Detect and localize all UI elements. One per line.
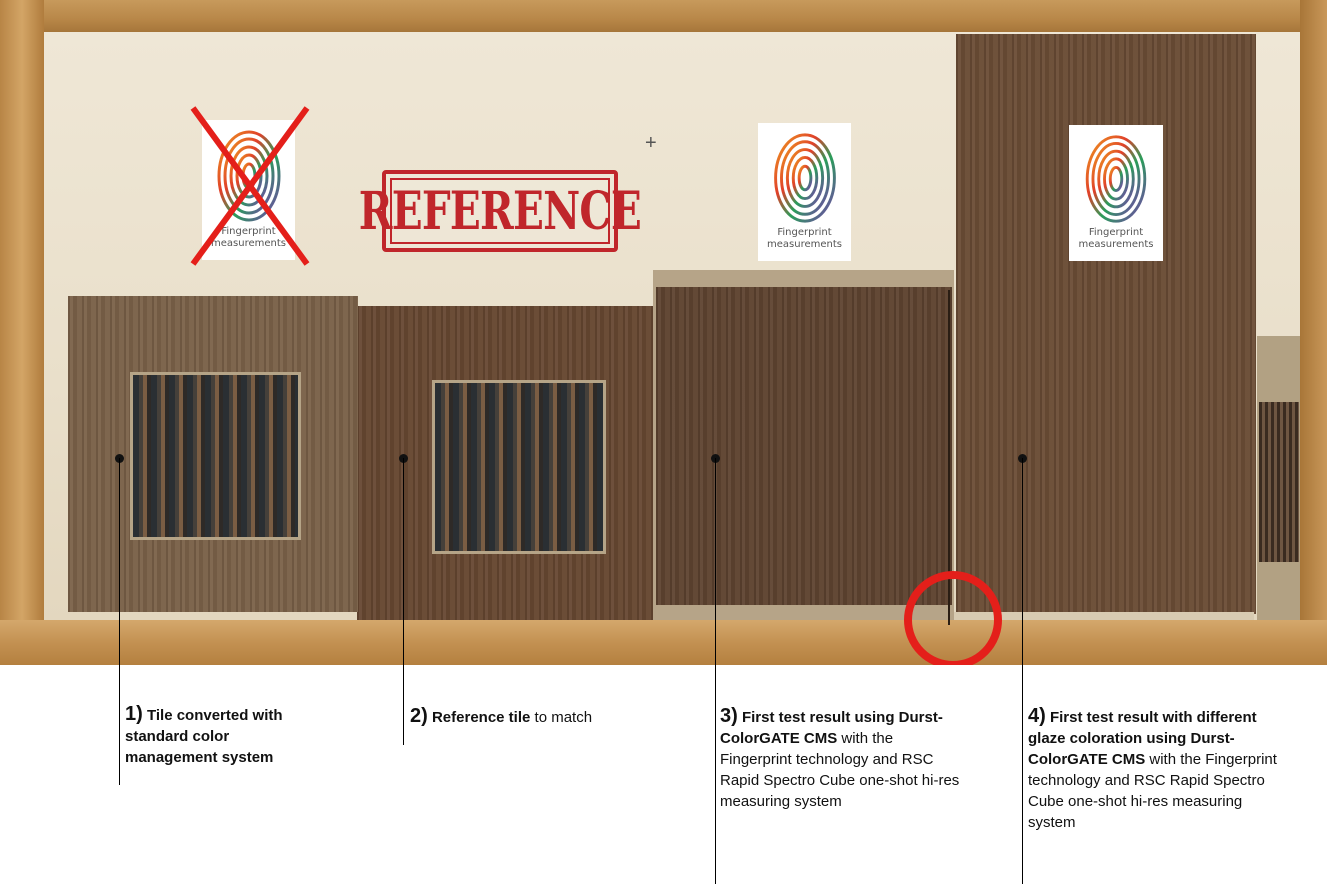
frame-bottom: [0, 620, 1327, 665]
reference-stamp: REFERENCE: [359, 170, 642, 252]
tile-2-cutout: [432, 380, 606, 554]
fingerprint-icon: [773, 133, 836, 223]
caption-bold-text: First test result using Durst-ColorGATE …: [720, 709, 943, 747]
leader-line-2: [403, 458, 404, 745]
caption-text: to match: [530, 709, 593, 726]
caption-number: 2): [410, 705, 428, 727]
frame-top: [0, 0, 1327, 32]
fingerprint-label-line2: measurements: [767, 239, 842, 250]
caption-number: 4): [1028, 705, 1046, 727]
leader-line-4: [1022, 458, 1023, 884]
caption-bold-text: Reference tile: [431, 709, 531, 726]
fingerprint-card-4: Fingerprint measurements: [1069, 125, 1163, 261]
tile-3: [656, 287, 952, 605]
caption-3: 3) First test result using Durst-ColorGA…: [720, 706, 960, 812]
caption-number: 3): [720, 705, 738, 727]
fingerprint-label-line1: Fingerprint: [1088, 227, 1144, 238]
fingerprint-label-line1: Fingerprint: [777, 227, 832, 238]
tile-photo: Fingerprint measurements REFERENCE + Fin…: [0, 0, 1327, 665]
tile-4: [956, 34, 1256, 614]
side-tile-pattern: [1259, 402, 1299, 562]
tile-1-cutout: [130, 372, 301, 540]
fingerprint-icon: [1085, 135, 1147, 223]
leader-line-3: [715, 458, 716, 884]
caption-1: 1) Tile converted with standard color ma…: [125, 704, 325, 768]
frame-left: [0, 0, 44, 665]
fingerprint-label-line2: measurements: [1078, 239, 1154, 250]
caption-number: 1): [125, 703, 143, 725]
caption-4: 4) First test result with different glaz…: [1028, 706, 1293, 833]
frame-right: [1300, 0, 1327, 665]
leader-line-1: [119, 458, 120, 785]
highlight-circle: [904, 571, 1002, 665]
fingerprint-card-3: Fingerprint measurements: [758, 123, 851, 261]
stamp-text: REFERENCE: [358, 180, 642, 242]
caption-2: 2) Reference tile to match: [410, 706, 620, 728]
cross-out-icon: [190, 106, 310, 266]
crosshair-icon: +: [645, 132, 657, 154]
caption-bold-text: Tile converted with standard color manag…: [125, 707, 283, 766]
